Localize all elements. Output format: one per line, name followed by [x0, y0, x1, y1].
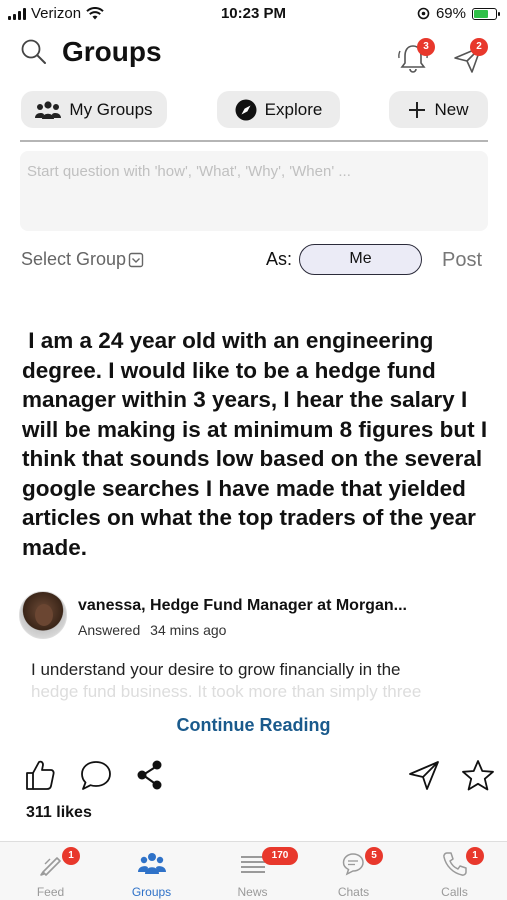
battery-percent: 69%: [435, 5, 466, 22]
calls-icon: [443, 852, 467, 876]
answer-preview[interactable]: I understand your desire to grow financi…: [31, 659, 481, 703]
calls-badge: 1: [466, 847, 484, 865]
my-groups-button[interactable]: My Groups: [21, 91, 167, 128]
battery-charging-icon: [472, 7, 500, 20]
explore-label: Explore: [264, 99, 323, 119]
tab-news[interactable]: 170 News: [202, 842, 303, 900]
tab-feed-label: Feed: [36, 885, 65, 899]
avatar[interactable]: [19, 591, 67, 639]
tab-feed[interactable]: 1 Feed: [0, 842, 101, 900]
new-button[interactable]: New: [389, 91, 488, 128]
post-button[interactable]: Post: [442, 249, 482, 272]
post-as-label: As:: [266, 249, 293, 269]
chats-badge: 5: [365, 847, 383, 865]
question-input[interactable]: [20, 151, 488, 231]
compass-icon: [235, 99, 257, 120]
status-bar: Verizon 10:23 PM 69%: [0, 0, 507, 28]
question-text[interactable]: I am a 24 year old with an engineering d…: [22, 326, 497, 562]
tab-chats[interactable]: 5 Chats: [303, 842, 404, 900]
select-group-button[interactable]: Select Group: [21, 249, 144, 270]
new-label: New: [434, 99, 469, 119]
my-groups-label: My Groups: [69, 99, 153, 119]
chats-icon: [342, 853, 364, 876]
tab-news-label: News: [237, 885, 268, 899]
feed-badge: 1: [62, 847, 80, 865]
answered-label: Answered: [78, 622, 141, 638]
tab-groups[interactable]: Groups: [101, 842, 202, 900]
answer-author[interactable]: vanessa, Hedge Fund Manager at Morgan...: [78, 597, 407, 615]
groups-icon: [35, 100, 62, 119]
share-icon[interactable]: [134, 758, 166, 792]
messages-badge: 2: [470, 38, 488, 56]
tab-chats-label: Chats: [337, 885, 370, 899]
plus-icon: [409, 101, 426, 118]
tab-groups-label: Groups: [131, 885, 172, 899]
groups-icon: [138, 853, 166, 874]
post-as-selector[interactable]: Me: [299, 244, 422, 275]
send-icon[interactable]: [407, 758, 441, 792]
answer-meta: Answered 34 mins ago: [78, 622, 232, 638]
tab-calls-label: Calls: [441, 885, 468, 899]
app-header: Groups 3 2: [0, 30, 507, 78]
answer-line-1: I understand your desire to grow financi…: [31, 660, 401, 679]
explore-button[interactable]: Explore: [217, 91, 340, 128]
comment-icon[interactable]: [79, 758, 113, 792]
continue-reading-link[interactable]: Continue Reading: [0, 715, 507, 736]
star-icon[interactable]: [460, 758, 496, 794]
location-icon: [417, 7, 430, 20]
notifications-badge: 3: [417, 38, 435, 56]
notifications-button[interactable]: 3: [395, 35, 435, 75]
tab-calls[interactable]: 1 Calls: [404, 842, 505, 900]
answer-time: 34 mins ago: [150, 622, 227, 638]
page-title: Groups: [62, 36, 162, 67]
answer-line-2-faded: hedge fund business. It took more than s…: [31, 682, 422, 701]
messages-button[interactable]: 2: [452, 35, 492, 75]
thumbs-up-icon[interactable]: [24, 758, 56, 792]
select-group-label: Select Group: [21, 249, 127, 269]
search-icon[interactable]: [20, 38, 48, 66]
bottom-tab-bar: 1 Feed Groups 170 News 5 Chats 1 Calls: [0, 841, 507, 900]
dropdown-checkbox-icon: [128, 252, 144, 267]
feed-icon: [40, 857, 61, 876]
news-badge: 170: [262, 847, 298, 865]
likes-count[interactable]: 311 likes: [26, 804, 92, 822]
header-divider: [20, 140, 488, 142]
